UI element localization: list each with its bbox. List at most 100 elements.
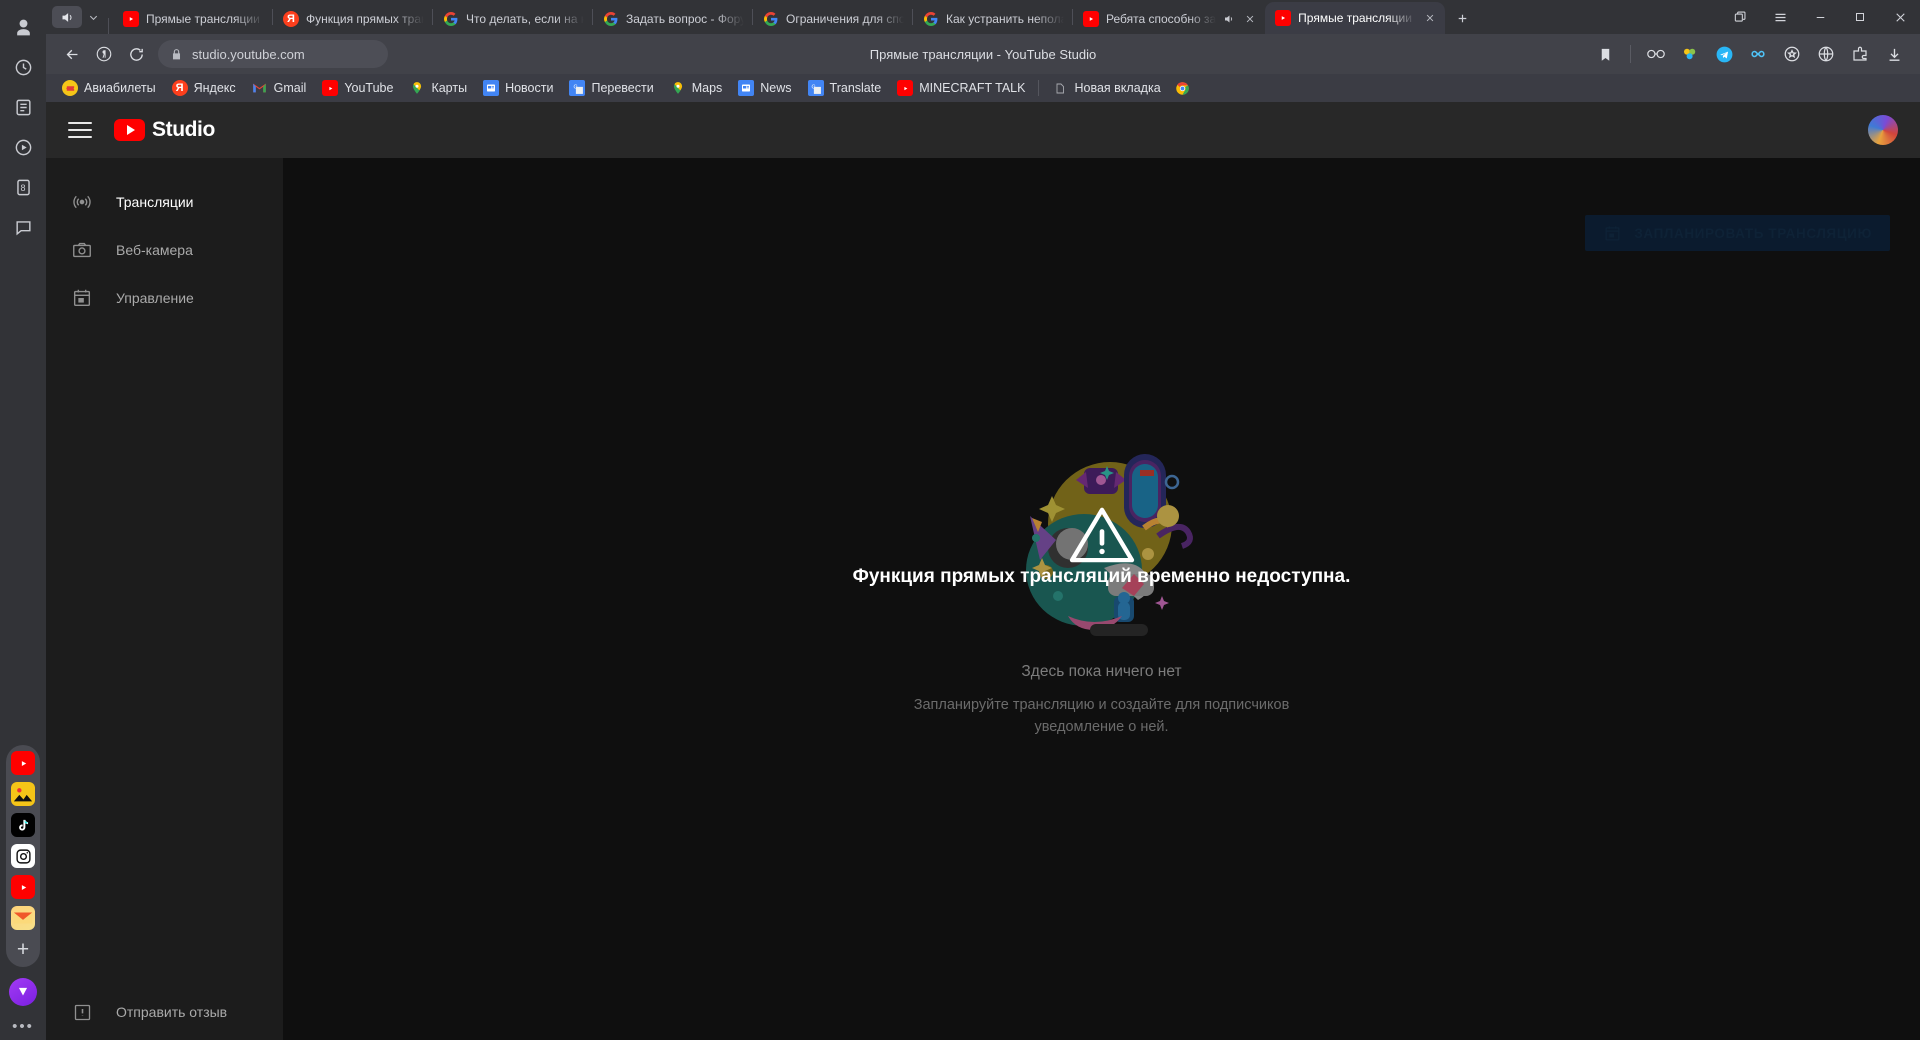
rail-more-button[interactable]: ••• <box>12 1018 34 1035</box>
sidebar-item-webcam[interactable]: Веб-камера <box>46 226 283 274</box>
broadcast-icon <box>70 190 94 214</box>
menu-button[interactable] <box>1760 2 1800 32</box>
maximize-button[interactable] <box>1840 2 1880 32</box>
video-icon[interactable] <box>8 132 38 162</box>
translate-icon: G <box>569 80 586 96</box>
reading-list-icon[interactable] <box>8 92 38 122</box>
gmail-icon <box>252 80 268 96</box>
google-favicon <box>443 11 459 27</box>
bookmark-item[interactable]: Новая вкладка <box>1044 77 1168 99</box>
bookmark-label: News <box>760 81 792 95</box>
lock-icon <box>170 48 183 61</box>
close-icon[interactable] <box>1243 12 1257 26</box>
yandex-icon[interactable] <box>88 39 120 69</box>
new-tab-button[interactable] <box>1449 5 1475 31</box>
globe-icon[interactable] <box>1810 39 1842 69</box>
bookmark-item[interactable]: Новости <box>475 77 561 99</box>
glasses-icon[interactable] <box>1640 39 1672 69</box>
telegram-icon[interactable] <box>1708 39 1740 69</box>
tab-title: Ограничения для спорных <box>786 12 904 26</box>
bookmark-icon[interactable] <box>1589 39 1621 69</box>
history-icon[interactable] <box>8 52 38 82</box>
bookmark-item[interactable]: Gmail <box>244 77 315 99</box>
browser-tab[interactable]: Ограничения для спорных <box>753 4 912 34</box>
sound-icon[interactable] <box>52 6 82 28</box>
notes-badge: 8 <box>20 182 26 193</box>
browser-tab-active[interactable]: Прямые трансляции - <box>1265 2 1446 34</box>
sidebar-item-manage[interactable]: Управление <box>46 274 283 322</box>
chat-icon[interactable] <box>8 212 38 242</box>
hamburger-icon[interactable] <box>68 118 92 142</box>
youtube-favicon <box>123 11 139 27</box>
download-icon[interactable] <box>1878 39 1910 69</box>
tiktok-app-icon[interactable] <box>11 813 35 837</box>
bookmark-item[interactable]: Maps <box>662 77 731 99</box>
bookmark-label: MINECRAFT TALK <box>919 81 1026 95</box>
google-favicon <box>603 11 619 27</box>
tab-title: Функция прямых трансляций <box>306 12 424 26</box>
tabs-container: Прямые трансляции - YouTube Studio Я Фун… <box>113 0 1720 34</box>
ticket-icon <box>62 80 78 96</box>
notes-icon[interactable]: 8 <box>8 172 38 202</box>
restore-window-button[interactable] <box>1720 2 1760 32</box>
page-icon <box>1052 80 1068 96</box>
bookmark-item[interactable]: G Translate <box>800 77 890 99</box>
instagram-app-icon[interactable] <box>11 844 35 868</box>
youtube-favicon <box>1083 11 1099 27</box>
sidebar-nav: Трансляции Веб-камера Управление <box>46 158 283 322</box>
manage-icon <box>70 286 94 310</box>
translate-icon: G <box>807 80 824 96</box>
reload-icon[interactable] <box>120 39 152 69</box>
mute-icon[interactable] <box>1223 13 1236 26</box>
youtube-app-icon[interactable] <box>11 751 35 775</box>
bookmark-item[interactable]: YouTube <box>314 77 401 99</box>
bookmark-item[interactable]: Карты <box>401 77 475 99</box>
address-bar[interactable]: studio.youtube.com <box>158 40 388 68</box>
mail-app-icon[interactable] <box>11 906 35 930</box>
close-icon[interactable] <box>1423 11 1437 25</box>
colorful-dots-icon[interactable] <box>1674 39 1706 69</box>
studio-logo-text: Studio <box>152 118 215 141</box>
minimize-button[interactable] <box>1800 2 1840 32</box>
google-favicon <box>923 11 939 27</box>
studio-logo[interactable]: Studio <box>114 118 215 142</box>
bookmark-item[interactable]: Я Яндекс <box>164 77 244 99</box>
app-shortcut-group: + <box>6 745 40 967</box>
tab-title: Что делать, если на канале <box>466 12 584 26</box>
send-feedback-button[interactable]: Отправить отзыв <box>46 984 283 1040</box>
maps-icon <box>670 80 686 96</box>
assistant-button[interactable] <box>9 978 37 1006</box>
youtube-favicon <box>1275 10 1292 26</box>
toolbar-right-icons <box>1589 39 1910 69</box>
left-vertical-rail: 8 + ••• <box>0 0 46 1040</box>
bookmark-label: Новая вкладка <box>1074 81 1161 95</box>
webcam-icon <box>70 238 94 262</box>
bookmark-label: Яндекс <box>193 81 236 95</box>
avatar[interactable] <box>1868 115 1898 145</box>
extensions-icon[interactable] <box>1844 39 1876 69</box>
chevron-down-icon[interactable] <box>84 6 102 28</box>
bookmark-item[interactable]: Авиабилеты <box>54 77 164 99</box>
browser-tab[interactable]: Что делать, если на канале <box>433 4 592 34</box>
shield-icon[interactable] <box>1776 39 1808 69</box>
bookmark-item[interactable] <box>1169 77 1197 99</box>
bookmark-item[interactable]: News <box>730 77 799 99</box>
bookmark-item[interactable]: MINECRAFT TALK <box>889 77 1033 99</box>
studio-header: Studio <box>46 102 1920 158</box>
back-icon[interactable] <box>56 39 88 69</box>
browser-tab[interactable]: Как устранить неполадки <box>913 4 1072 34</box>
sidebar-item-broadcasts[interactable]: Трансляции <box>46 178 283 226</box>
bookmark-label: Авиабилеты <box>84 81 156 95</box>
close-window-button[interactable] <box>1880 2 1920 32</box>
browser-tab[interactable]: Прямые трансляции - YouTube Studio <box>113 4 272 34</box>
profile-icon[interactable] <box>8 12 38 42</box>
add-app-button[interactable]: + <box>17 937 29 961</box>
browser-tab[interactable]: Ребята способно за <box>1073 4 1265 34</box>
infinity-icon[interactable] <box>1742 39 1774 69</box>
tab-title: Как устранить неполадки <box>946 12 1064 26</box>
browser-tab[interactable]: Задать вопрос - Форум <box>593 4 752 34</box>
photos-app-icon[interactable] <box>11 782 35 806</box>
browser-tab[interactable]: Я Функция прямых трансляций <box>273 4 432 34</box>
bookmark-item[interactable]: G Перевести <box>561 77 661 99</box>
youtube2-app-icon[interactable] <box>11 875 35 899</box>
